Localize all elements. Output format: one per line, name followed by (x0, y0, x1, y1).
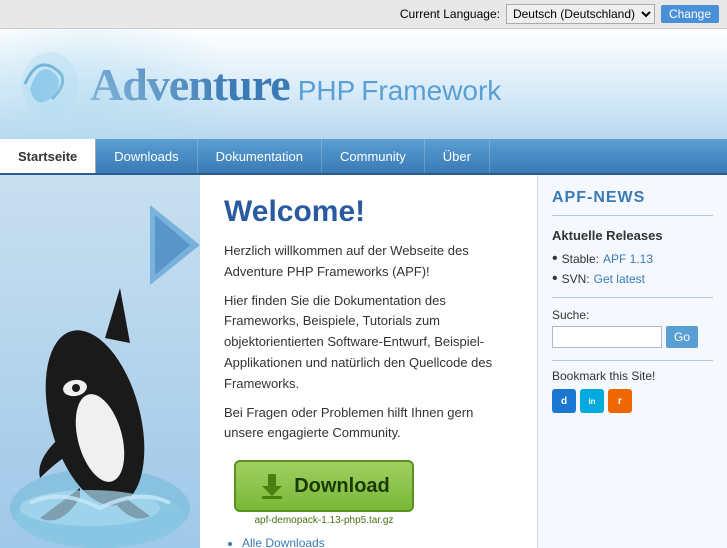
nav-item-downloads[interactable]: Downloads (96, 139, 197, 173)
right-sidebar: APF-NEWS Aktuelle Releases • Stable: APF… (537, 175, 727, 548)
stable-bullet: • (552, 251, 558, 267)
language-bar: Current Language: Deutsch (Deutschland) … (0, 0, 727, 29)
logo-adventure: Adventure (90, 58, 290, 111)
language-label: Current Language: (400, 7, 500, 21)
nav-item-startseite[interactable]: Startseite (0, 139, 96, 173)
nav-item-uber[interactable]: Über (425, 139, 490, 173)
stable-release-item: • Stable: APF 1.13 (552, 251, 713, 267)
apf-news-divider (552, 215, 713, 216)
main-navigation: Startseite Downloads Dokumentation Commu… (0, 139, 727, 175)
bookmark-icons: d in r (552, 389, 713, 413)
logo-area: Adventure PHP Framework (20, 49, 501, 119)
releases-divider (552, 297, 713, 298)
header: Adventure PHP Framework (0, 29, 727, 139)
apf-news-title: APF-NEWS (552, 189, 713, 207)
welcome-title: Welcome! (224, 195, 513, 229)
orca-image (10, 248, 190, 548)
welcome-para3: Bei Fragen oder Problemen hilft Ihnen ge… (224, 403, 513, 445)
apf-wave-icon (150, 205, 200, 288)
logo-php: PHP (298, 75, 356, 107)
all-downloads-anchor[interactable]: Alle Downloads (242, 536, 513, 548)
search-button[interactable]: Go (666, 326, 698, 348)
bookmark-reddit-icon[interactable]: r (608, 389, 632, 413)
bookmark-title: Bookmark this Site! (552, 369, 713, 383)
welcome-para1: Herzlich willkommen auf der Webseite des… (224, 241, 513, 283)
download-button[interactable]: Download (234, 460, 414, 512)
welcome-para2: Hier finden Sie die Dokumentation des Fr… (224, 291, 513, 395)
logo-framework: Framework (361, 75, 501, 107)
svn-release-link[interactable]: Get latest (594, 272, 645, 286)
svn-bullet: • (552, 271, 558, 287)
nav-item-dokumentation[interactable]: Dokumentation (198, 139, 322, 173)
download-links-list: Alle Downloads Revision History (224, 536, 513, 548)
left-panel (0, 175, 200, 548)
bookmark-linkedin-icon[interactable]: in (580, 389, 604, 413)
stable-label: Stable: (562, 252, 599, 266)
download-button-label: Download (294, 475, 390, 498)
download-filename: apf-demopack-1.13-php5.tar.gz (255, 515, 394, 526)
download-arrow-icon (258, 472, 286, 500)
language-select[interactable]: Deutsch (Deutschland) English (United St… (506, 4, 655, 24)
search-label: Suche: (552, 308, 713, 322)
releases-title: Aktuelle Releases (552, 228, 713, 243)
download-button-area: Download apf-demopack-1.13-php5.tar.gz (224, 460, 424, 526)
main-content: Welcome! Herzlich willkommen auf der Web… (0, 175, 727, 548)
svn-release-item: • SVN: Get latest (552, 271, 713, 287)
logo-wave-icon (20, 49, 80, 119)
nav-item-community[interactable]: Community (322, 139, 425, 173)
center-content: Welcome! Herzlich willkommen auf der Web… (200, 175, 537, 548)
search-divider (552, 360, 713, 361)
search-row: Go (552, 326, 713, 348)
stable-release-link[interactable]: APF 1.13 (603, 252, 653, 266)
bookmark-digg-icon[interactable]: d (552, 389, 576, 413)
svn-label: SVN: (562, 272, 590, 286)
all-downloads-link[interactable]: Alle Downloads (242, 536, 513, 548)
search-input[interactable] (552, 326, 662, 348)
logo-text: Adventure PHP Framework (90, 58, 501, 111)
language-change-button[interactable]: Change (661, 5, 719, 23)
